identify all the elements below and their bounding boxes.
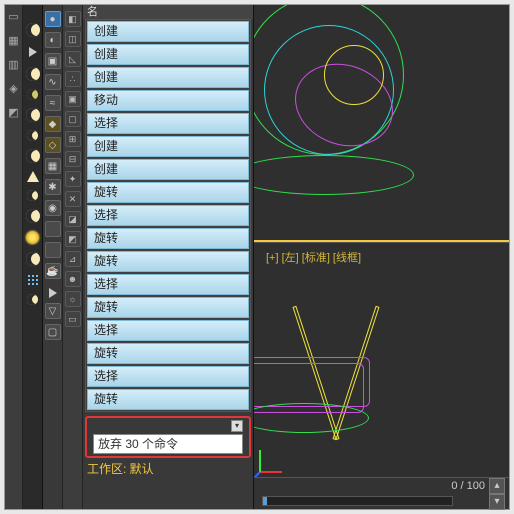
- wave-tool-icon[interactable]: ≈: [45, 95, 61, 111]
- history-item[interactable]: 旋转: [87, 343, 249, 364]
- spacer-tool-icon[interactable]: ⊞: [65, 131, 81, 147]
- shelf-icon[interactable]: ◈: [7, 81, 21, 95]
- tool-column-a: ● ◐ ▣ ∿ ≈ ◆ ◇ ▦ ✱ ◉ ☕ ▽ ▢: [43, 5, 63, 509]
- select-tool-icon[interactable]: ◇: [45, 137, 61, 153]
- helper-tool-icon[interactable]: ◺: [65, 51, 81, 67]
- grid-tool-icon[interactable]: ▦: [45, 158, 61, 174]
- history-item[interactable]: 旋转: [87, 228, 249, 249]
- shelf-icon[interactable]: ▭: [7, 9, 21, 23]
- moon-icon[interactable]: [26, 23, 40, 37]
- moon-icon[interactable]: [26, 209, 40, 223]
- particles-icon[interactable]: [27, 274, 39, 286]
- tool-icon[interactable]: [45, 242, 61, 258]
- frame-counter: 0 / 100: [451, 480, 485, 492]
- spline-tool-icon[interactable]: ∿: [45, 74, 61, 90]
- eye-tool-icon[interactable]: ◉: [45, 200, 61, 216]
- moon-icon[interactable]: [27, 130, 38, 141]
- history-item[interactable]: 创建: [87, 136, 249, 157]
- viewport-label: [+] [左] [标准] [线框]: [266, 249, 361, 265]
- viewport-area: [+] [左] [标准] [线框] 0 / 100 ▴ ▾: [253, 5, 509, 509]
- primitive-shelf: [23, 5, 43, 509]
- history-item[interactable]: 创建: [87, 44, 249, 65]
- scroll-down-icon[interactable]: ▾: [489, 494, 505, 510]
- cone-icon[interactable]: [27, 171, 39, 182]
- command-input-area: ▾ 放弃 30 个命令: [85, 416, 251, 458]
- history-item[interactable]: 创建: [87, 67, 249, 88]
- scroll-up-icon[interactable]: ▴: [489, 478, 505, 494]
- history-list: 创建创建创建移动选择创建创建旋转选择旋转旋转选择旋转选择旋转选择旋转: [86, 20, 250, 411]
- funnel-tool-icon[interactable]: ▽: [45, 303, 61, 319]
- history-panel: 名 创建创建创建移动选择创建创建旋转选择旋转旋转选择旋转选择旋转选择旋转 ▾ 放…: [83, 5, 253, 509]
- left-shelf: ▭ ▦ ▥ ◈ ◩: [5, 5, 23, 509]
- time-slider[interactable]: [262, 496, 453, 506]
- cross-tool-icon[interactable]: ✕: [65, 191, 81, 207]
- dummy-tool-icon[interactable]: ▢: [65, 111, 81, 127]
- shelf-icon[interactable]: ▦: [7, 33, 21, 47]
- history-item[interactable]: 选择: [87, 274, 249, 295]
- moon-icon[interactable]: [27, 294, 38, 305]
- tool-column-b: ◧ ◫ ◺ ∴ ▣ ▢ ⊞ ⊟ ✦ ✕ ◪ ◩ ⊿ ☻ ☼ ▭: [63, 5, 83, 509]
- history-item[interactable]: 旋转: [87, 182, 249, 203]
- teapot-tool-icon[interactable]: ☕: [45, 263, 61, 279]
- status-bar: 工作区: 默认: [83, 460, 253, 478]
- bone-tool-icon[interactable]: ⊟: [65, 151, 81, 167]
- history-item[interactable]: 选择: [87, 205, 249, 226]
- moon-icon[interactable]: [26, 67, 40, 81]
- system-tool-icon[interactable]: ✦: [65, 171, 81, 187]
- arrow-right-icon[interactable]: [29, 47, 37, 57]
- tool-icon[interactable]: [45, 221, 61, 237]
- measure-tool-icon[interactable]: ⊿: [65, 251, 81, 267]
- light-tool-icon[interactable]: ☼: [65, 291, 81, 307]
- calendar-tool-icon[interactable]: ▢: [45, 324, 61, 340]
- moon-icon[interactable]: [26, 108, 40, 122]
- sphere-tool-icon[interactable]: ●: [45, 11, 61, 27]
- history-item[interactable]: 选择: [87, 320, 249, 341]
- particle-tool-icon[interactable]: ✱: [45, 179, 61, 195]
- particle-tool-icon[interactable]: ∴: [65, 71, 81, 87]
- history-item[interactable]: 移动: [87, 90, 249, 111]
- cube-tool-icon[interactable]: ◧: [65, 11, 81, 27]
- history-item[interactable]: 选择: [87, 366, 249, 387]
- history-item[interactable]: 选择: [87, 113, 249, 134]
- command-input[interactable]: 放弃 30 个命令: [93, 434, 243, 454]
- light-tool-icon[interactable]: ◐: [45, 32, 61, 48]
- shelf-icon[interactable]: ◩: [7, 105, 21, 119]
- shelf-icon[interactable]: ▥: [7, 57, 21, 71]
- select-tool-icon[interactable]: ◆: [45, 116, 61, 132]
- moon-icon[interactable]: [26, 149, 40, 163]
- panel-header: 名: [83, 5, 253, 19]
- ruler-tool-icon[interactable]: ◫: [65, 31, 81, 47]
- dropdown-toggle-icon[interactable]: ▾: [231, 420, 243, 432]
- arrow-right-icon[interactable]: [49, 288, 57, 298]
- iso-tool-icon[interactable]: ◪: [65, 211, 81, 227]
- moon-icon[interactable]: [26, 252, 40, 266]
- history-item[interactable]: 旋转: [87, 297, 249, 318]
- history-item[interactable]: 创建: [87, 159, 249, 180]
- history-item[interactable]: 旋转: [87, 389, 249, 410]
- viewport-top[interactable]: [254, 5, 509, 242]
- shape-tool-icon[interactable]: ▣: [65, 91, 81, 107]
- moon-icon[interactable]: [27, 89, 38, 100]
- char-tool-icon[interactable]: ☻: [65, 271, 81, 287]
- camera-tool-icon[interactable]: ▣: [45, 53, 61, 69]
- iso-tool-icon[interactable]: ◩: [65, 231, 81, 247]
- group-tool-icon[interactable]: ▭: [65, 311, 81, 327]
- viewport-left[interactable]: [+] [左] [标准] [线框]: [254, 242, 509, 478]
- history-item[interactable]: 旋转: [87, 251, 249, 272]
- timeline: 0 / 100 ▴ ▾: [254, 477, 509, 509]
- history-item[interactable]: 创建: [87, 21, 249, 42]
- sun-icon[interactable]: [26, 231, 39, 244]
- moon-icon[interactable]: [27, 190, 38, 201]
